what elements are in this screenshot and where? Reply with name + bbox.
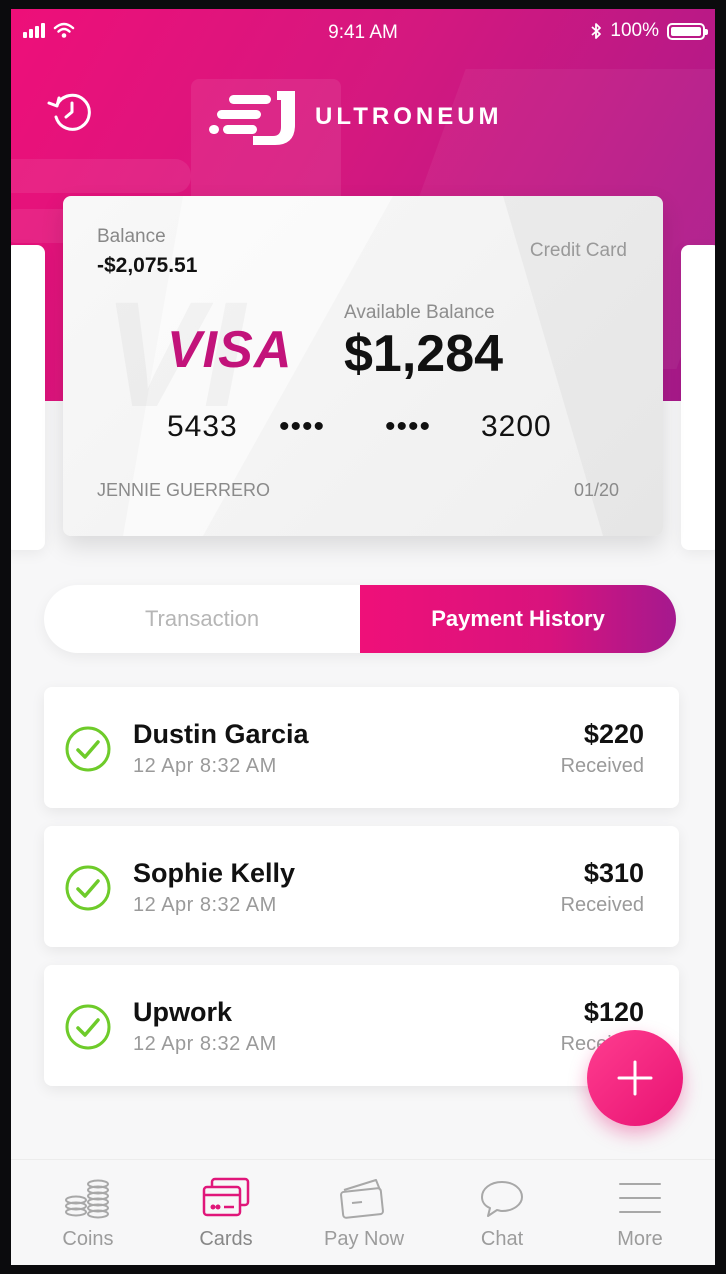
tab-transaction[interactable]: Transaction: [44, 585, 360, 653]
coins-icon: [65, 1179, 109, 1219]
check-circle-icon: [65, 726, 111, 772]
visa-logo: VISA: [167, 321, 293, 379]
card-expiry: 01/20: [573, 480, 619, 500]
status-right: 100%: [590, 20, 708, 42]
transaction-amount: $310: [583, 858, 644, 888]
card-number-group-4: 3200: [481, 410, 552, 443]
next-card-peek[interactable]: [681, 245, 715, 550]
transaction-amount: $120: [583, 997, 644, 1027]
check-circle-icon: [65, 865, 111, 911]
bottom-nav: Coins Cards Pay Now Chat More: [11, 1159, 715, 1265]
chat-icon: [481, 1181, 523, 1217]
tab-payment-history[interactable]: Payment History: [360, 585, 676, 653]
transaction-row[interactable]: Sophie Kelly 12 Apr 8:32 AM $310 Receive…: [44, 826, 679, 947]
ultroneum-logo-icon: [209, 91, 295, 145]
brand-name: ULTRONEUM: [315, 103, 503, 130]
battery-percent: 100%: [610, 20, 659, 41]
previous-card-peek[interactable]: [11, 245, 45, 550]
transaction-name: Sophie Kelly: [133, 858, 296, 888]
balance-value: -$2,075.51: [97, 254, 198, 277]
app-screen: 9:41 AM 100% ULTRONEUM VI Balance -$2,07…: [11, 9, 715, 1265]
nav-cards[interactable]: Cards: [156, 1160, 296, 1265]
transaction-date: 12 Apr 8:32 AM: [133, 894, 277, 916]
transaction-date: 12 Apr 8:32 AM: [133, 1033, 277, 1055]
credit-card[interactable]: VI Balance -$2,075.51 Credit Card VISA A…: [63, 196, 663, 536]
card-number-group-2: ••••: [279, 410, 326, 443]
card-number-group-3: ••••: [385, 410, 432, 443]
nav-more[interactable]: More: [570, 1160, 710, 1265]
transaction-status: Received: [560, 894, 644, 916]
nav-coins[interactable]: Coins: [18, 1160, 158, 1265]
nav-pay-now[interactable]: Pay Now: [294, 1160, 434, 1265]
battery-icon: [667, 22, 708, 40]
brand-logo: ULTRONEUM: [207, 87, 503, 147]
card-holder-name: JENNIE GUERRERO: [97, 480, 271, 500]
transaction-row[interactable]: Upwork 12 Apr 8:32 AM $120 Received: [44, 965, 679, 1086]
card-type: Credit Card: [529, 240, 627, 261]
status-bar: 9:41 AM 100%: [11, 9, 715, 57]
nav-label: Cards: [199, 1228, 253, 1250]
card-number-group-1: 5433: [167, 410, 238, 443]
nav-label: Pay Now: [323, 1228, 405, 1250]
nav-label: Chat: [480, 1228, 524, 1250]
balance-label: Balance: [97, 226, 166, 247]
transaction-name: Upwork: [133, 997, 233, 1027]
transaction-status: Received: [560, 755, 644, 777]
available-balance-label: Available Balance: [344, 302, 495, 323]
history-icon[interactable]: [45, 87, 95, 135]
wallet-icon: [340, 1179, 384, 1219]
add-button[interactable]: [587, 1030, 683, 1126]
segmented-tabs: Transaction Payment History: [44, 585, 676, 653]
transaction-name: Dustin Garcia: [133, 719, 309, 749]
nav-label: More: [617, 1228, 663, 1250]
plus-icon: [617, 1060, 653, 1096]
bluetooth-icon: [591, 23, 602, 39]
transaction-row[interactable]: Dustin Garcia 12 Apr 8:32 AM $220 Receiv…: [44, 687, 679, 808]
check-circle-icon: [65, 1004, 111, 1050]
cards-icon: [202, 1177, 250, 1217]
nav-label: Coins: [62, 1228, 114, 1250]
menu-icon: [619, 1183, 661, 1213]
transaction-amount: $220: [583, 719, 644, 749]
nav-chat[interactable]: Chat: [432, 1160, 572, 1265]
available-balance-value: $1,284: [344, 325, 504, 383]
transaction-date: 12 Apr 8:32 AM: [133, 755, 277, 777]
